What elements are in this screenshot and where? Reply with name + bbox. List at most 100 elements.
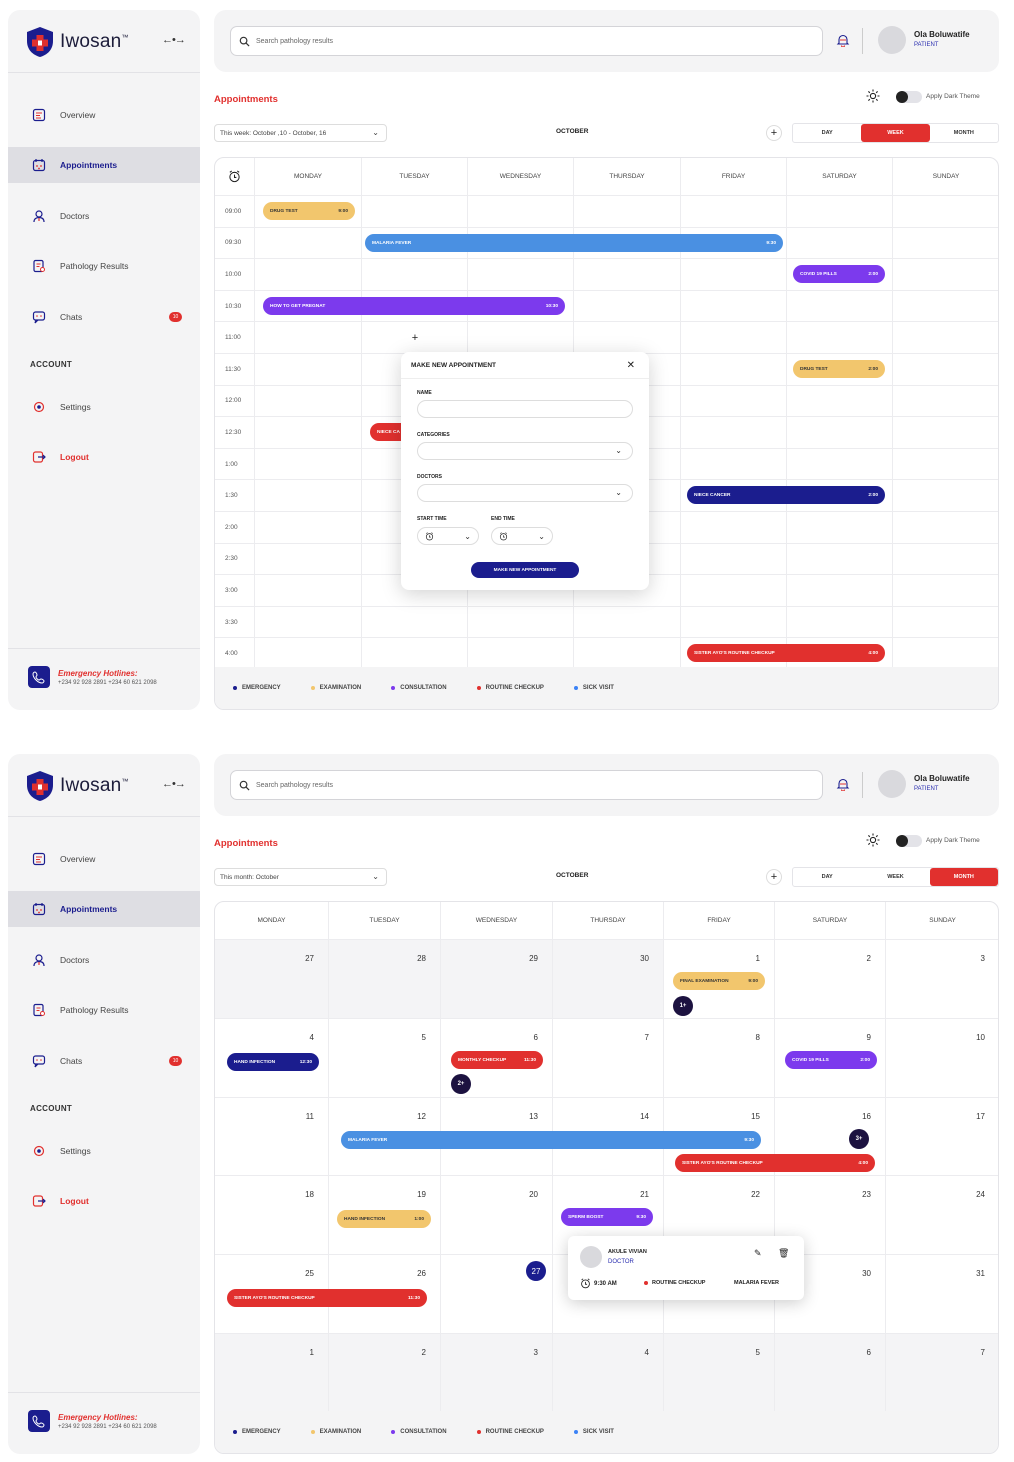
day-cell[interactable]: 30 [553, 940, 664, 1019]
day-cell[interactable]: 3 [886, 940, 998, 1019]
time-slot[interactable] [255, 322, 362, 354]
time-slot[interactable] [681, 322, 787, 354]
day-view-button[interactable]: DAY [793, 868, 861, 886]
time-slot[interactable] [681, 575, 787, 607]
sidebar-item-settings[interactable]: Settings [8, 1133, 200, 1169]
day-cell[interactable]: 18 [215, 1176, 329, 1256]
time-slot[interactable] [893, 228, 998, 260]
start-time-select[interactable]: ⌄ [417, 527, 479, 545]
edit-pencil-icon[interactable]: ✎ [754, 1248, 762, 1259]
time-slot[interactable] [255, 638, 362, 670]
time-slot[interactable] [255, 606, 362, 639]
event-covid-pills[interactable]: COVID 19 PILLS 2:00 [793, 265, 885, 283]
time-slot[interactable] [255, 354, 362, 386]
search-input[interactable]: Search pathology results [230, 26, 823, 56]
categories-select[interactable]: ⌄ [417, 442, 633, 460]
sidebar-item-chats[interactable]: Chats 10 [8, 1043, 200, 1079]
event-niece-cancer[interactable]: NIECE CANCER 2:00 [687, 486, 885, 504]
time-slot[interactable] [681, 543, 787, 576]
time-slot[interactable] [787, 196, 893, 228]
more-events-badge[interactable]: 2+ [451, 1074, 471, 1094]
day-cell[interactable]: 7 [553, 1018, 664, 1098]
day-cell[interactable]: 29 [441, 940, 553, 1019]
time-slot[interactable] [787, 448, 893, 481]
day-cell[interactable]: 11 [215, 1097, 329, 1177]
event-drug-test[interactable]: DRUG TEST 2:00 [793, 360, 885, 378]
time-slot[interactable] [255, 575, 362, 607]
time-slot[interactable] [787, 512, 893, 544]
time-slot[interactable] [681, 196, 787, 228]
sidebar-item-doctors[interactable]: Doctors [8, 942, 200, 978]
event-drug-test[interactable]: DRUG TEST 9:00 [263, 202, 355, 220]
time-slot[interactable] [893, 196, 998, 228]
time-slot[interactable] [681, 385, 787, 418]
search-input[interactable]: Search pathology results [230, 770, 823, 800]
time-slot[interactable] [574, 290, 681, 323]
more-events-badge[interactable]: 3+ [849, 1129, 869, 1149]
sidebar-item-pathology[interactable]: Pathology Results [8, 992, 200, 1028]
event-final-examination[interactable]: FINAL EXAMINATION 9:00 [673, 972, 765, 990]
event-sister-ayo-checkup[interactable]: SISTER AYO'S ROUTINE CHECKUP 4:00 [687, 644, 885, 662]
logo[interactable]: Iwosan™ [26, 26, 129, 58]
time-slot[interactable] [893, 291, 998, 323]
day-cell[interactable]: 2 [329, 1334, 441, 1413]
notification-bell-icon[interactable] [834, 775, 852, 793]
time-slot[interactable] [255, 385, 362, 418]
time-slot[interactable] [255, 543, 362, 576]
sidebar-item-appointments[interactable]: Appointments [8, 147, 200, 183]
time-slot[interactable] [574, 638, 681, 670]
event-monthly-checkup[interactable]: MONTHLY CHECKUP 11:30 [451, 1051, 543, 1069]
day-cell[interactable]: 20 [441, 1176, 553, 1256]
time-slot[interactable] [574, 259, 681, 291]
time-slot[interactable] [255, 512, 362, 544]
delete-trash-icon[interactable]: 🗑 [778, 1248, 789, 1259]
time-slot[interactable] [787, 385, 893, 418]
day-cell[interactable]: 27 [441, 1255, 553, 1334]
time-slot[interactable] [255, 417, 362, 449]
sidebar-item-pathology[interactable]: Pathology Results [8, 248, 200, 284]
make-appointment-button[interactable]: MAKE NEW APPOINTMENT [471, 562, 579, 578]
month-view-button[interactable]: MONTH [929, 868, 998, 886]
time-slot[interactable] [893, 354, 998, 386]
week-view-button[interactable]: WEEK [861, 124, 930, 142]
sidebar-item-appointments[interactable]: Appointments [8, 891, 200, 927]
avatar[interactable] [878, 770, 906, 798]
sidebar-item-logout[interactable]: Logout [8, 1183, 200, 1219]
day-cell[interactable]: 5 [329, 1018, 441, 1098]
add-slot-button[interactable]: + [408, 331, 422, 345]
day-cell[interactable]: 7 [886, 1334, 998, 1413]
avatar[interactable] [878, 26, 906, 54]
time-slot[interactable] [681, 354, 787, 386]
day-cell[interactable]: 24 [886, 1176, 998, 1256]
add-appointment-button[interactable]: + [766, 125, 782, 141]
day-cell[interactable]: 27 [215, 940, 329, 1019]
day-cell[interactable]: 28 [329, 940, 441, 1019]
time-slot[interactable] [893, 638, 998, 670]
sidebar-item-logout[interactable]: Logout [8, 439, 200, 475]
time-slot[interactable] [362, 606, 468, 639]
day-view-button[interactable]: DAY [793, 124, 861, 142]
event-malaria-fever[interactable]: MALARIA FEVER 9:30 [365, 234, 783, 252]
event-hand-infection[interactable]: HAND INFECTION 12:30 [227, 1053, 319, 1071]
time-slot[interactable] [681, 417, 787, 449]
time-slot[interactable] [681, 448, 787, 481]
period-select[interactable]: This week: October ,10 - October, 16 ⌄ [214, 124, 387, 142]
period-select[interactable]: This month: October ⌄ [214, 868, 387, 886]
sidebar-item-doctors[interactable]: Doctors [8, 198, 200, 234]
time-slot[interactable] [787, 227, 893, 260]
sidebar-item-chats[interactable]: Chats 10 [8, 299, 200, 335]
more-events-badge[interactable]: 1+ [673, 996, 693, 1016]
time-slot[interactable] [893, 259, 998, 291]
time-slot[interactable] [893, 480, 998, 512]
name-input[interactable] [417, 400, 633, 418]
time-slot[interactable] [574, 606, 681, 639]
sidebar-item-settings[interactable]: Settings [8, 389, 200, 425]
dark-theme-toggle[interactable] [896, 835, 922, 847]
day-cell[interactable]: 2 [775, 940, 886, 1019]
day-cell[interactable]: 31 [886, 1255, 998, 1334]
event-sister-ayo-checkup[interactable]: SISTER AYO'S ROUTINE CHECKUP 11:30 [227, 1289, 427, 1307]
dark-theme-toggle[interactable] [896, 91, 922, 103]
event-sister-ayo-checkup[interactable]: SISTER AYO'S ROUTINE CHECKUP 4:00 [675, 1154, 875, 1172]
time-slot[interactable] [255, 227, 362, 260]
logo[interactable]: Iwosan™ [26, 770, 129, 802]
